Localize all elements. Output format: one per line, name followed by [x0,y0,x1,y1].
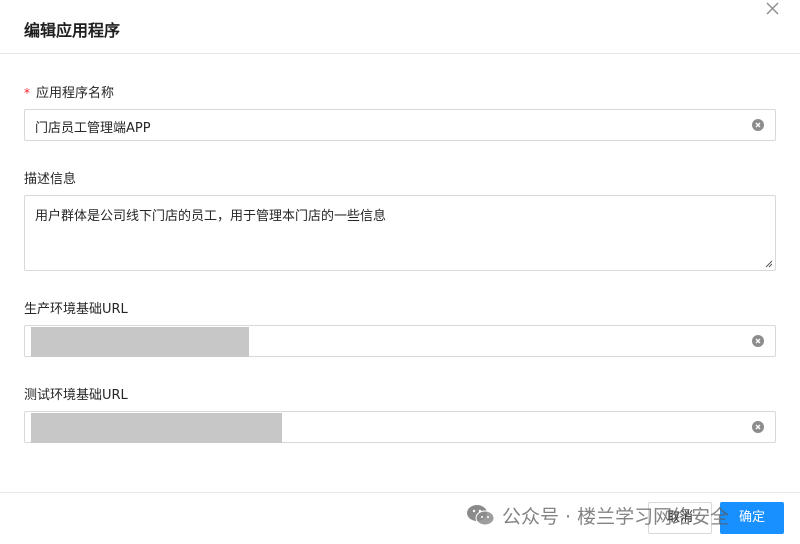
dialog-header: 编辑应用程序 [0,0,800,54]
app-name-input[interactable]: 门店员工管理端APP [24,109,776,141]
app-name-label: 应用程序名称 [36,86,115,101]
redacted-value [31,413,282,443]
confirm-button[interactable]: 确定 [720,502,784,534]
description-value: 用户群体是公司线下门店的员工，用于管理本门店的一些信息 [35,209,387,224]
app-name-label-row: * 应用程序名称 [24,82,114,101]
dialog-title: 编辑应用程序 [24,21,121,40]
resize-handle-icon[interactable] [765,260,773,268]
prod-url-input[interactable] [24,325,776,357]
clear-icon[interactable] [752,421,764,433]
description-textarea[interactable]: 用户群体是公司线下门店的员工，用于管理本门店的一些信息 [24,195,776,271]
required-mark: * [24,86,30,100]
clear-icon[interactable] [752,119,764,131]
edit-app-dialog: 编辑应用程序 * 应用程序名称 门店员工管理端APP 描述信息 用户群体是公司线下… [0,0,800,544]
description-label: 描述信息 [24,172,77,187]
test-url-input[interactable] [24,411,776,443]
test-url-label: 测试环境基础URL [24,388,128,403]
app-name-value: 门店员工管理端APP [35,121,151,136]
cancel-button[interactable]: 取消 [648,502,712,534]
redacted-value [31,327,249,357]
prod-url-label: 生产环境基础URL [24,302,128,317]
close-icon[interactable] [764,0,782,18]
clear-icon[interactable] [752,335,764,347]
